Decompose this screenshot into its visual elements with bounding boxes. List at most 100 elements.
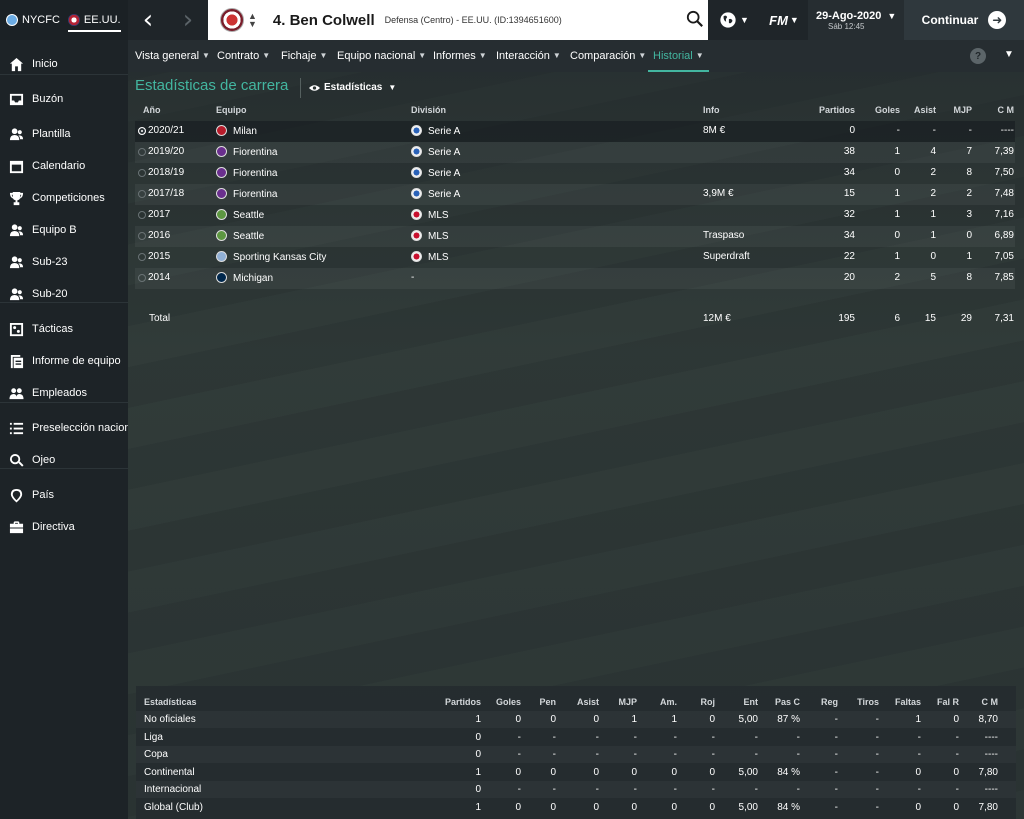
team-link[interactable]: Seattle <box>216 209 264 221</box>
tab-fichaje[interactable]: Fichaje ▼ <box>281 40 327 71</box>
sidebar-item-plantilla[interactable]: Plantilla <box>0 118 128 150</box>
row-select-radio[interactable] <box>138 127 146 135</box>
team-link[interactable]: Seattle <box>216 230 264 242</box>
team-link[interactable]: Fiorentina <box>216 146 277 158</box>
sidebar-item-competiciones[interactable]: Competiciones <box>0 182 128 214</box>
division-link[interactable]: Serie A <box>411 188 460 200</box>
tab-comparación[interactable]: Comparación ▼ <box>570 40 646 71</box>
stats-column-header[interactable]: C M <box>982 697 999 707</box>
stats-value: - <box>875 731 879 743</box>
career-row[interactable]: 2019/20 Fiorentina Serie A 38 1 4 7 7,39 <box>135 142 1015 163</box>
sidebar-item-calendario[interactable]: Calendario <box>0 150 128 182</box>
career-row[interactable]: 2018/19 Fiorentina Serie A 34 0 2 8 7,50 <box>135 163 1015 184</box>
row-select-radio[interactable] <box>138 169 146 177</box>
stats-row[interactable]: Liga 0- - - - - - - - - - - - ---- <box>136 729 1016 746</box>
sidebar-item-ojeo[interactable]: Ojeo <box>0 444 128 476</box>
column-header-pom[interactable]: MJP <box>953 105 972 115</box>
column-header-goals[interactable]: Goles <box>875 105 900 115</box>
player-switch-icon[interactable]: ▲ ▼ <box>248 12 257 29</box>
row-select-radio[interactable] <box>138 253 146 261</box>
club-tab-usa[interactable]: EE.UU. <box>67 0 121 40</box>
stats-column-header[interactable]: Fal R <box>937 697 959 707</box>
sidebar-item-país[interactable]: País <box>0 479 128 511</box>
tab-informes[interactable]: Informes ▼ <box>433 40 487 71</box>
stats-column-header[interactable]: Reg <box>821 697 838 707</box>
stats-column-header[interactable]: Pas C <box>775 697 800 707</box>
team-link[interactable]: Fiorentina <box>216 167 277 179</box>
continue-button[interactable]: Continuar ➜ <box>904 0 1024 40</box>
world-menu[interactable]: ▼ <box>708 0 760 40</box>
division-link[interactable]: MLS <box>411 209 449 221</box>
career-row[interactable]: 2017 Seattle MLS 32 1 1 3 7,16 <box>135 205 1015 226</box>
career-row[interactable]: 2020/21 Milan Serie A 8M €0- - - ---- <box>135 121 1015 142</box>
stats-column-header[interactable]: Pen <box>539 697 556 707</box>
team-link[interactable]: Sporting Kansas City <box>216 251 326 263</box>
stats-row[interactable]: No oficiales 1 0 0 0 1 1 0 5,00 87 % - - 1 0 8,70 <box>136 711 1016 728</box>
stats-column-header[interactable]: Goles <box>496 697 521 707</box>
fm-menu-button[interactable]: FM ▼ <box>760 0 808 40</box>
sidebar-item-sub-20[interactable]: Sub-20 <box>0 278 128 310</box>
sidebar-item-equipo-b[interactable]: Equipo B <box>0 214 128 246</box>
stats-row[interactable]: Copa 0- - - - - - - - - - - - ---- <box>136 746 1016 763</box>
division-link[interactable]: MLS <box>411 251 449 263</box>
row-select-radio[interactable] <box>138 232 146 240</box>
column-header-assists[interactable]: Asist <box>914 105 936 115</box>
sidebar-item-directiva[interactable]: Directiva <box>0 511 128 543</box>
team-link[interactable]: Fiorentina <box>216 188 277 200</box>
column-header-info[interactable]: Info <box>703 105 720 115</box>
club-tab-nycfc[interactable]: NYCFC <box>6 0 60 40</box>
tab-equipo-nacional[interactable]: Equipo nacional ▼ <box>337 40 426 71</box>
sidebar-item-inicio[interactable]: Inicio <box>0 48 128 80</box>
division-link[interactable]: Serie A <box>411 167 460 179</box>
division-link[interactable]: Serie A <box>411 125 460 137</box>
view-dropdown[interactable]: Estadísticas ▼ <box>309 82 396 93</box>
stats-column-header[interactable]: Asist <box>577 697 599 707</box>
stats-column-header[interactable]: Partidos <box>445 697 481 707</box>
stats-column-header[interactable]: MJP <box>618 697 637 707</box>
stats-row[interactable]: Global (Club) 1 0 0 0 0 0 0 5,00 84 % - - 0 0 7,80 <box>136 799 1016 816</box>
stats-row[interactable]: Internacional 0- - - - - - - - - - - - ---- <box>136 781 1016 798</box>
career-row[interactable]: 2014 Michigan - 20 2 5 8 7,85 <box>135 268 1015 289</box>
stats-row[interactable]: Continental 1 0 0 0 0 0 0 5,00 84 % - - 0 0 7,80 <box>136 764 1016 781</box>
row-select-radio[interactable] <box>138 274 146 282</box>
division-link[interactable]: Serie A <box>411 146 460 158</box>
row-select-radio[interactable] <box>138 211 146 219</box>
sidebar-item-empleados[interactable]: Empleados <box>0 377 128 409</box>
row-select-radio[interactable] <box>138 148 146 156</box>
column-header-division[interactable]: División <box>411 105 446 115</box>
stats-column-header[interactable]: Ent <box>744 697 759 707</box>
stats-column-header[interactable]: Roj <box>701 697 716 707</box>
column-header-apps[interactable]: Partidos <box>819 105 855 115</box>
sidebar-item-tácticas[interactable]: Tácticas <box>0 313 128 345</box>
search-icon[interactable] <box>686 10 704 28</box>
column-header-year[interactable]: Año <box>143 105 161 115</box>
tab-contrato[interactable]: Contrato ▼ <box>217 40 270 71</box>
career-row[interactable]: 2016 Seattle MLS Traspaso 34 0 1 0 6,89 <box>135 226 1015 247</box>
career-row[interactable]: 2017/18 Fiorentina Serie A 3,9M € 15 1 2 2 7,48 <box>135 184 1015 205</box>
stats-value: 0 <box>953 766 959 778</box>
row-select-radio[interactable] <box>138 190 146 198</box>
division-link[interactable]: MLS <box>411 230 449 242</box>
team-link[interactable]: Michigan <box>216 272 273 284</box>
back-arrow-icon[interactable]: ‹ <box>128 0 168 40</box>
chevron-down-icon[interactable]: ▼ <box>1004 49 1014 60</box>
date-selector[interactable]: 29-Ago-2020 ▼ Sáb 12:45 <box>808 0 904 40</box>
sidebar-item-informe-de-equipo[interactable]: Informe de equipo <box>0 345 128 377</box>
stats-column-header[interactable]: Faltas <box>895 697 921 707</box>
stats-column-header[interactable]: Am. <box>660 697 677 707</box>
stats-column-header[interactable]: Estadísticas <box>144 697 197 707</box>
team-crest-icon <box>216 230 227 241</box>
help-icon[interactable]: ? <box>970 48 986 64</box>
tab-interacción[interactable]: Interacción ▼ <box>496 40 561 71</box>
sidebar-item-buzón[interactable]: Buzón <box>0 83 128 115</box>
column-header-team[interactable]: Equipo <box>216 105 247 115</box>
career-row[interactable]: 2015 Sporting Kansas City MLS Superdraft 22 1… <box>135 247 1015 268</box>
stats-column-header[interactable]: Tiros <box>857 697 879 707</box>
sidebar-item-sub-23[interactable]: Sub-23 <box>0 246 128 278</box>
sidebar-item-preselección-nacional[interactable]: Preselección nacional <box>0 412 128 444</box>
team-link[interactable]: Milan <box>216 125 257 137</box>
forward-arrow-icon[interactable]: › <box>168 0 208 40</box>
tab-vista-general[interactable]: Vista general ▼ <box>135 40 210 71</box>
tab-historial[interactable]: Historial ▼ <box>648 40 709 72</box>
column-header-rating[interactable]: C M <box>998 105 1015 115</box>
